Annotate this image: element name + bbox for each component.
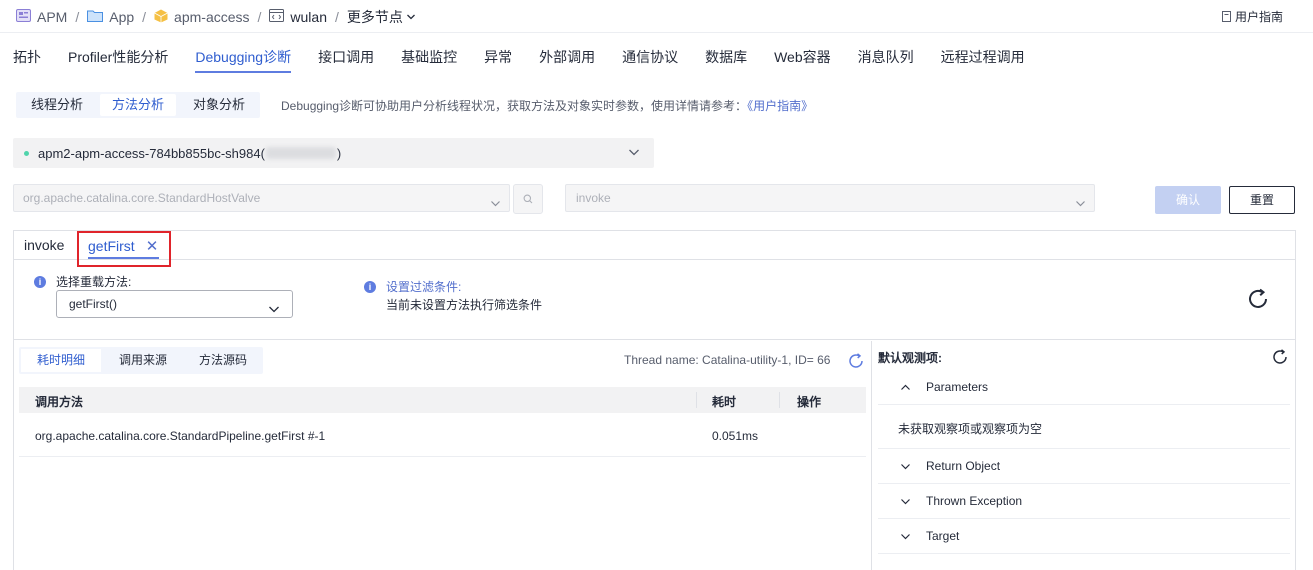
refresh-icon[interactable]: [1271, 348, 1289, 369]
chevron-down-icon: [268, 298, 280, 324]
tab-database[interactable]: 数据库: [705, 44, 747, 73]
class-select[interactable]: org.apache.catalina.core.StandardHostVal…: [13, 184, 510, 212]
main-tabs: 拓扑 Profiler性能分析 Debugging诊断 接口调用 基础监控 异常…: [13, 44, 1052, 74]
cell-time: 0.051ms: [712, 429, 759, 443]
subtab-thread-analysis[interactable]: 线程分析: [16, 92, 98, 118]
chevron-down-icon: [628, 146, 640, 161]
refresh-icon[interactable]: [847, 352, 865, 373]
chevron-up-icon: [900, 382, 911, 396]
table-header: 调用方法 耗时 操作: [19, 387, 866, 413]
reset-button[interactable]: 重置: [1229, 186, 1295, 214]
table-row[interactable]: org.apache.catalina.core.StandardPipelin…: [19, 413, 866, 457]
method-options: i 选择重载方法: getFirst() i 设置过滤条件: 当前未设置方法执行…: [14, 260, 1295, 340]
tab-topology[interactable]: 拓扑: [13, 44, 41, 73]
status-dot: [24, 150, 29, 156]
more-nodes-dropdown[interactable]: 更多节点: [347, 7, 416, 27]
analysis-subtabs: 线程分析 方法分析 对象分析: [16, 92, 261, 118]
info-icon: i: [364, 280, 376, 293]
method-tab-invoke[interactable]: invoke: [24, 237, 64, 253]
cube-icon: [154, 9, 168, 26]
top-bar: APM / App / apm-access / wulan / 更多节点 用户…: [0, 0, 1313, 33]
subtab-method-analysis[interactable]: 方法分析: [100, 94, 177, 116]
column-divider: [696, 392, 697, 408]
observe-section: 默认观测项: Parameters 未获取观察项或观察项为空 Return Ob…: [871, 341, 1295, 570]
chevron-down-icon: [1075, 192, 1086, 218]
breadcrumb-environment[interactable]: wulan: [269, 9, 327, 25]
column-header-method: 调用方法: [35, 395, 84, 409]
breadcrumb-app[interactable]: App: [87, 9, 134, 25]
search-icon: [523, 194, 533, 204]
tab-basic-monitoring[interactable]: 基础监控: [401, 44, 457, 73]
breadcrumb-separator: /: [75, 9, 80, 25]
breadcrumb-separator: /: [335, 9, 339, 25]
tab-rpc[interactable]: 远程过程调用: [941, 44, 1025, 73]
overload-method-select[interactable]: getFirst(): [56, 290, 293, 318]
user-guide-link[interactable]: 用户指南: [1221, 8, 1283, 25]
tab-interface-calls[interactable]: 接口调用: [318, 44, 374, 73]
accordion-return-object[interactable]: Return Object: [878, 449, 1290, 484]
tab-debugging[interactable]: Debugging诊断: [195, 44, 292, 73]
trace-tab-time-detail[interactable]: 耗时明细: [21, 349, 102, 372]
filter-condition-link[interactable]: i 设置过滤条件:: [364, 278, 461, 295]
chevron-down-icon: [900, 496, 911, 510]
tab-external-calls[interactable]: 外部调用: [539, 44, 595, 73]
breadcrumb: APM / App / apm-access / wulan / 更多节点: [16, 7, 416, 27]
method-tabs: invoke getFirst ✕: [14, 231, 1295, 267]
tab-protocols[interactable]: 通信协议: [622, 44, 678, 73]
accordion-target[interactable]: Target: [878, 519, 1290, 554]
tab-profiler[interactable]: Profiler性能分析: [68, 44, 168, 73]
column-divider: [779, 392, 780, 408]
class-search-button[interactable]: [513, 184, 543, 214]
thread-info: Thread name: Catalina-utility-1, ID= 66: [624, 353, 831, 367]
method-select[interactable]: invoke: [565, 184, 1095, 212]
code-window-icon: [269, 9, 285, 25]
tab-message-queue[interactable]: 消息队列: [858, 44, 914, 73]
info-icon: i: [34, 275, 46, 288]
breadcrumb-apm[interactable]: APM: [16, 9, 67, 25]
chevron-down-icon: [406, 12, 416, 22]
breadcrumb-separator: /: [257, 9, 262, 25]
chevron-down-icon: [490, 192, 501, 218]
pod-select[interactable]: apm2-apm-access-784bb855bc-sh984(): [13, 138, 654, 168]
folder-icon: [87, 9, 104, 25]
trace-tabs: 耗时明细 调用来源 方法源码: [19, 347, 264, 374]
subtab-object-analysis[interactable]: 对象分析: [178, 92, 260, 118]
chevron-down-icon: [900, 531, 911, 545]
filter-condition-desc: 当前未设置方法执行筛选条件: [386, 298, 543, 312]
user-guide-hint-link[interactable]: 《用户指南》: [747, 99, 813, 113]
observe-title: 默认观测项:: [878, 351, 942, 365]
apm-icon: [16, 9, 31, 25]
column-header-time: 耗时: [712, 395, 737, 409]
accordion-parameters[interactable]: Parameters: [878, 370, 1290, 405]
blurred-ip: [265, 147, 336, 159]
trace-tab-source-code[interactable]: 方法源码: [183, 347, 263, 374]
column-header-action: 操作: [797, 395, 822, 409]
accordion-thrown-exception[interactable]: Thrown Exception: [878, 484, 1290, 519]
breadcrumb-component[interactable]: apm-access: [154, 9, 250, 26]
breadcrumb-separator: /: [142, 9, 147, 25]
cell-method: org.apache.catalina.core.StandardPipelin…: [35, 429, 326, 443]
chevron-down-icon: [900, 461, 911, 475]
confirm-button[interactable]: 确认: [1155, 186, 1221, 214]
parameters-empty-text: 未获取观察项或观察项为空: [878, 405, 1290, 449]
method-panel: invoke getFirst ✕ i 选择重载方法: getFirst() i…: [13, 230, 1296, 570]
refresh-icon[interactable]: [1245, 286, 1271, 315]
pod-name: apm2-apm-access-784bb855bc-sh984: [38, 145, 261, 161]
tab-exceptions[interactable]: 异常: [484, 44, 512, 73]
debugging-hint: Debugging诊断可协助用户分析线程状况，获取方法及对象实时参数，使用详情请…: [281, 99, 814, 113]
document-icon: [1221, 11, 1231, 22]
tab-web-container[interactable]: Web容器: [774, 44, 831, 73]
trace-tab-call-source[interactable]: 调用来源: [103, 347, 183, 374]
trace-section: 耗时明细 调用来源 方法源码 Thread name: Catalina-uti…: [14, 341, 871, 570]
overload-label: i 选择重载方法:: [34, 273, 131, 290]
